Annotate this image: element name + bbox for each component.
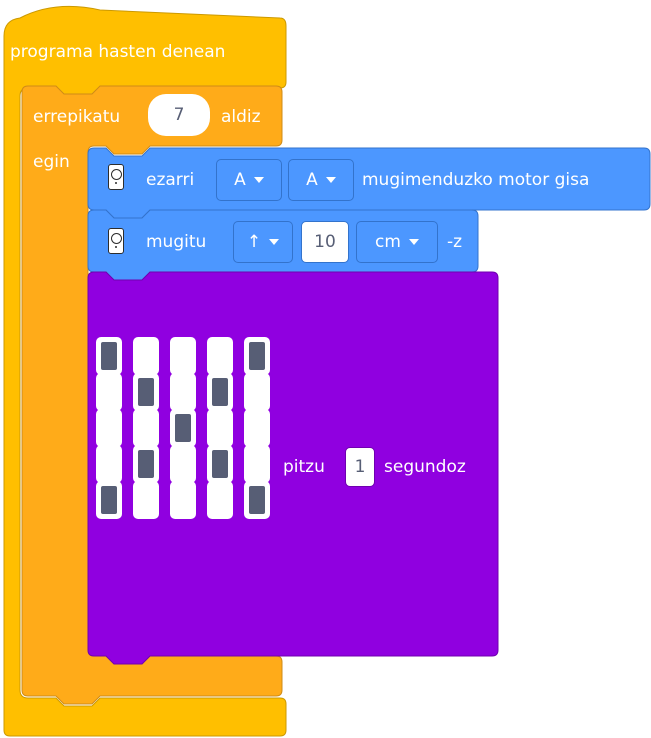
led-pixel[interactable] [133,481,159,519]
light-suffix: segundoz [384,457,466,477]
led-pixel[interactable] [244,445,270,483]
led-pixel[interactable] [170,445,196,483]
light-seconds-value: 1 [354,457,366,477]
light-label: pitzu [283,457,325,477]
led-pixel[interactable] [96,409,122,447]
light-matrix-grid[interactable] [96,337,272,519]
led-pixel[interactable] [133,337,159,375]
repeat-label: errepikatu [33,107,121,127]
move-direction-value: ↑ [246,232,262,252]
move-unit-dropdown[interactable]: cm [356,221,438,263]
led-pixel[interactable] [244,373,270,411]
motor-set-suffix: mugimenduzko motor gisa [362,170,590,190]
led-pixel[interactable] [244,481,270,519]
motor-port-2-value: A [306,170,318,190]
repeat-times-label: aldiz [221,107,261,127]
led-pixel[interactable] [170,337,196,375]
move-distance-value: 10 [314,232,336,252]
led-pixel[interactable] [170,409,196,447]
robot-icon [108,228,124,254]
caret-down-icon [253,177,264,183]
motor-port-1-value: A [234,170,246,190]
repeat-count-value: 7 [173,105,185,125]
light-seconds-input[interactable]: 1 [345,447,375,487]
repeat-count-input[interactable]: 7 [148,94,210,136]
led-pixel[interactable] [96,481,122,519]
led-pixel[interactable] [170,481,196,519]
led-pixel[interactable] [244,409,270,447]
led-pixel[interactable] [96,445,122,483]
motor-port-1-dropdown[interactable]: A [216,159,282,201]
motor-set-label: ezarri [146,170,195,190]
led-pixel[interactable] [96,373,122,411]
led-pixel[interactable] [133,373,159,411]
led-pixel[interactable] [96,337,122,375]
move-suffix: -z [447,232,463,252]
move-direction-dropdown[interactable]: ↑ [233,221,293,263]
caret-down-icon [408,239,419,245]
led-pixel[interactable] [170,373,196,411]
led-pixel[interactable] [207,481,233,519]
move-label: mugitu [146,232,207,252]
led-pixel[interactable] [207,373,233,411]
move-distance-input[interactable]: 10 [301,221,349,263]
led-pixel[interactable] [244,337,270,375]
led-pixel[interactable] [133,409,159,447]
robot-icon [108,164,124,190]
led-pixel[interactable] [133,445,159,483]
led-pixel[interactable] [207,445,233,483]
led-pixel[interactable] [207,409,233,447]
motor-port-2-dropdown[interactable]: A [288,159,354,201]
move-unit-value: cm [375,232,401,252]
hat-block-label: programa hasten denean [10,42,226,62]
caret-down-icon [325,177,336,183]
repeat-do-label: egin [33,152,70,172]
led-pixel[interactable] [207,337,233,375]
caret-down-icon [269,239,280,245]
